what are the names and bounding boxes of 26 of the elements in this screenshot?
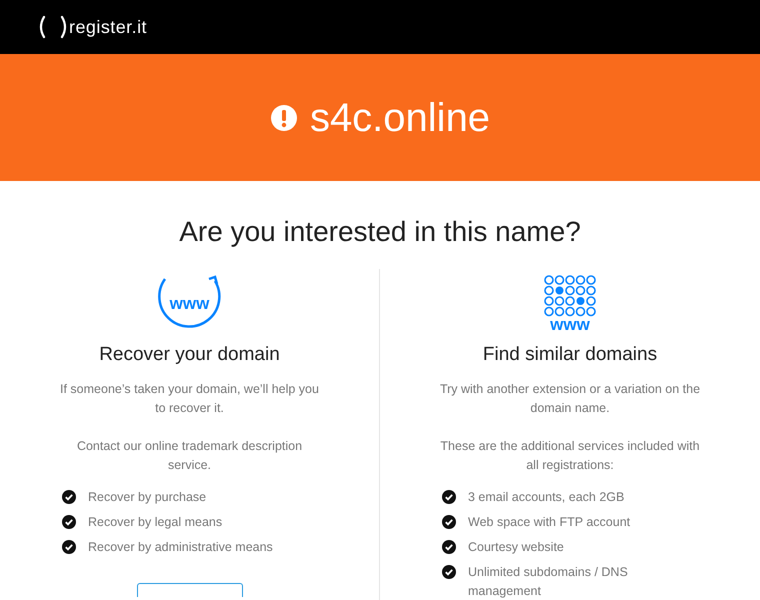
feature-item: Unlimited subdomains / DNS management <box>468 564 629 600</box>
feature-item: Recover by legal means <box>88 514 224 531</box>
description-text: These are the additional services included with all registrations: <box>439 438 701 474</box>
section-title: Find similar domains <box>482 343 658 367</box>
description-text: Contact our online trademark description service. <box>76 438 304 474</box>
domain-name: s4c.online <box>310 94 490 142</box>
feature-item: Web space with FTP account <box>468 514 632 531</box>
check-icon <box>442 540 456 554</box>
check-icon <box>62 514 76 528</box>
check-icon <box>442 514 456 528</box>
check-icon <box>62 490 76 504</box>
check-icon <box>62 540 76 554</box>
outlined-button[interactable] <box>136 582 242 596</box>
alert-icon <box>270 104 298 132</box>
description-text: If someone’s taken your domain, we’ll help you to recover it. <box>59 380 320 416</box>
page-heading: Are you interested in this name? <box>178 215 582 249</box>
logo-text[interactable]: register.it <box>69 14 147 40</box>
feature-item: Recover by purchase <box>88 488 208 506</box>
feature-item: 3 email accounts, each 2GB <box>468 488 626 506</box>
check-icon <box>442 490 456 504</box>
check-icon <box>442 564 456 578</box>
feature-item: Recover by administrative means <box>88 538 274 556</box>
description-text: Try with another extension or a variation on the domain name. <box>438 380 702 416</box>
feature-item: Courtesy website <box>468 538 565 556</box>
section-title: Recover your domain <box>99 343 280 367</box>
logo-brackets-icon <box>38 15 68 39</box>
